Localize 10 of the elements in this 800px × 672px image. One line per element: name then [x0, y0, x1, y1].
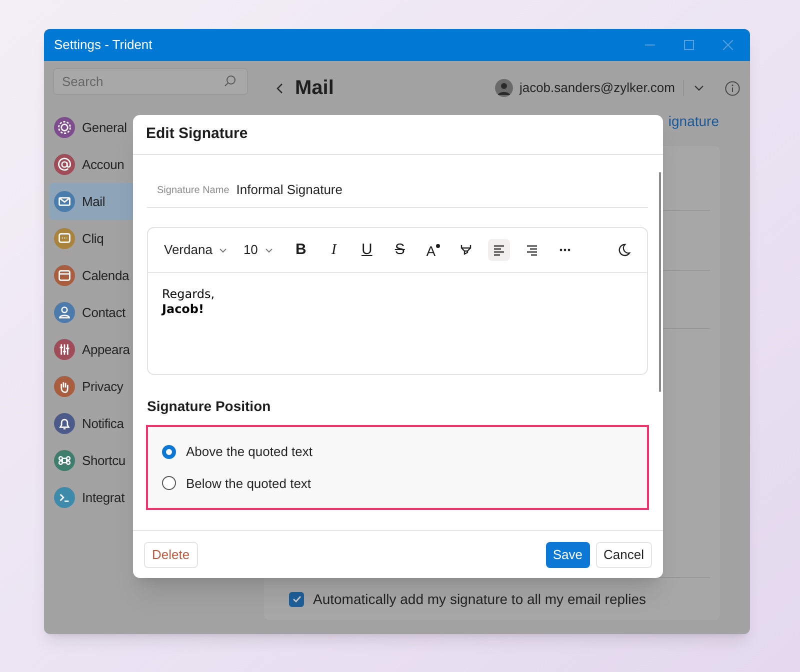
signature-line: Regards,: [162, 287, 215, 302]
radio-label: Above the quoted text: [186, 443, 312, 462]
field-label: Signature Name: [157, 184, 230, 198]
signature-line: Jacob!: [162, 302, 204, 318]
page-title: Mail: [295, 76, 335, 101]
checkbox-label: Automatically add my signature to all my email replies: [313, 590, 646, 609]
dialog-title: Edit Signature: [146, 124, 248, 144]
window-title: Settings - Trident: [54, 36, 154, 54]
section-heading: Signature Position: [147, 397, 272, 416]
radio-label: Below the quoted text: [186, 474, 312, 493]
